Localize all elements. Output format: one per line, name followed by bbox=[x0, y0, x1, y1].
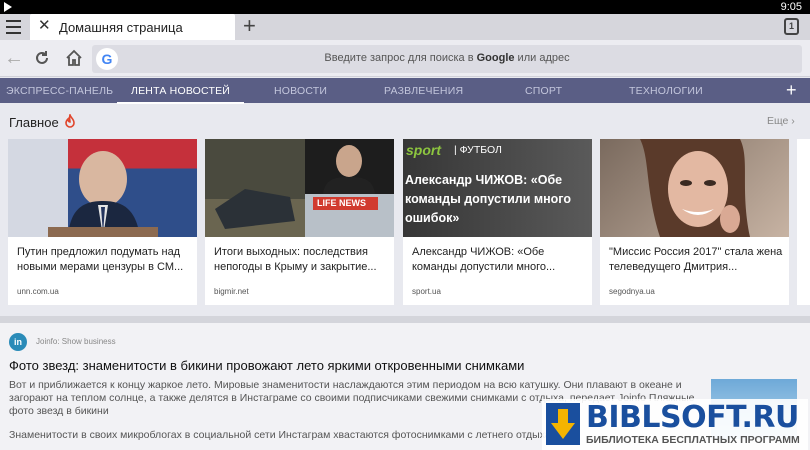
article-source: Joinfo: Show business bbox=[36, 337, 116, 346]
news-cards: Путин предложил подумать над новыми мера… bbox=[0, 139, 810, 306]
article-headline[interactable]: Фото звезд: знаменитости в бикини провож… bbox=[9, 358, 524, 373]
card-text: Путин предложил подумать над новыми мера… bbox=[17, 246, 184, 273]
news-card[interactable]: sport | ФУТБОЛ Александр ЧИЖОВ: «Обе ком… bbox=[403, 139, 592, 305]
card-image-headline: Александр ЧИЖОВ: «Обе команды допустили … bbox=[405, 173, 571, 225]
news-card[interactable]: Путин предложил подумать над новыми мера… bbox=[8, 139, 197, 305]
fire-icon bbox=[65, 114, 75, 128]
source-logo-icon: in bbox=[9, 333, 27, 351]
search-input[interactable]: G Введите запрос для поиска в Google или… bbox=[92, 45, 802, 73]
download-arrow-icon bbox=[546, 403, 580, 445]
watermark-tagline: БИБЛИОТЕКА БЕСПЛАТНЫХ ПРОГРАММ bbox=[586, 434, 800, 446]
new-tab-button[interactable]: + bbox=[243, 15, 256, 37]
tab-sport[interactable]: СПОРТ bbox=[525, 85, 562, 97]
card-image-label: LIFE NEWS bbox=[317, 198, 366, 208]
card-source: sport.ua bbox=[412, 287, 441, 296]
card-source: unn.com.ua bbox=[17, 287, 59, 296]
card-source: segodnya.ua bbox=[609, 287, 655, 296]
card-text: Александр ЧИЖОВ: «Обе команды допустили … bbox=[412, 246, 556, 273]
tab-title: Домашняя страница bbox=[59, 20, 183, 35]
back-arrow-icon[interactable]: ← bbox=[4, 48, 24, 68]
search-placeholder: Введите запрос для поиска в Google или а… bbox=[324, 52, 570, 64]
card-image bbox=[600, 139, 789, 237]
more-link[interactable]: Еще › bbox=[767, 115, 795, 127]
divider bbox=[0, 316, 810, 323]
address-bar: ← G Введите запрос для поиска в Google и… bbox=[0, 40, 810, 77]
tab-entertainment[interactable]: РАЗВЛЕЧЕНИЯ bbox=[384, 85, 463, 97]
play-icon bbox=[4, 2, 12, 12]
category-nav: ЭКСПРЕСС-ПАНЕЛЬ ЛЕНТА НОВОСТЕЙ НОВОСТИ Р… bbox=[0, 78, 810, 104]
tab-technology[interactable]: ТЕХНОЛОГИИ bbox=[629, 85, 703, 97]
tab-news-feed[interactable]: ЛЕНТА НОВОСТЕЙ bbox=[116, 85, 245, 104]
add-category-button[interactable]: + bbox=[786, 80, 797, 100]
close-tab-icon[interactable]: ✕ bbox=[38, 18, 51, 34]
status-bar: 9:05 bbox=[0, 0, 810, 14]
card-image: LIFE NEWS bbox=[205, 139, 394, 237]
section-title: Главное bbox=[9, 115, 59, 130]
card-source: bigmir.net bbox=[214, 287, 249, 296]
watermark-brand: BIBLSOFT.RU bbox=[586, 400, 799, 435]
news-card[interactable]: LIFE NEWS Итоги выходных: последствия не… bbox=[205, 139, 394, 305]
section-header: Главное Еще › bbox=[0, 103, 810, 139]
card-image bbox=[8, 139, 197, 237]
clock: 9:05 bbox=[780, 1, 802, 13]
card-image-tag: | ФУТБОЛ bbox=[454, 144, 502, 156]
watermark: BIBLSOFT.RU БИБЛИОТЕКА БЕСПЛАТНЫХ ПРОГРА… bbox=[542, 399, 808, 450]
home-icon[interactable] bbox=[65, 49, 83, 67]
next-card-peek[interactable] bbox=[797, 139, 810, 305]
tabs-count-button[interactable]: 1 bbox=[784, 18, 799, 35]
menu-icon[interactable] bbox=[6, 20, 21, 34]
browser-tab[interactable]: ✕ Домашняя страница bbox=[30, 14, 235, 40]
tab-bar: ✕ Домашняя страница + 1 bbox=[0, 14, 810, 40]
sport-logo: sport bbox=[406, 142, 441, 158]
tab-news[interactable]: НОВОСТИ bbox=[274, 85, 327, 97]
reload-icon[interactable] bbox=[33, 49, 51, 67]
tab-express-panel[interactable]: ЭКСПРЕСС-ПАНЕЛЬ bbox=[6, 85, 113, 97]
card-image: sport | ФУТБОЛ Александр ЧИЖОВ: «Обе ком… bbox=[403, 139, 592, 237]
card-text: "Миссис Россия 2017" стала жена телеведу… bbox=[609, 246, 783, 273]
article-text-2: Знаменитости в своих микроблогах в социа… bbox=[9, 429, 551, 441]
news-card[interactable]: "Миссис Россия 2017" стала жена телеведу… bbox=[600, 139, 789, 305]
card-text: Итоги выходных: последствия непогоды в К… bbox=[214, 246, 377, 273]
